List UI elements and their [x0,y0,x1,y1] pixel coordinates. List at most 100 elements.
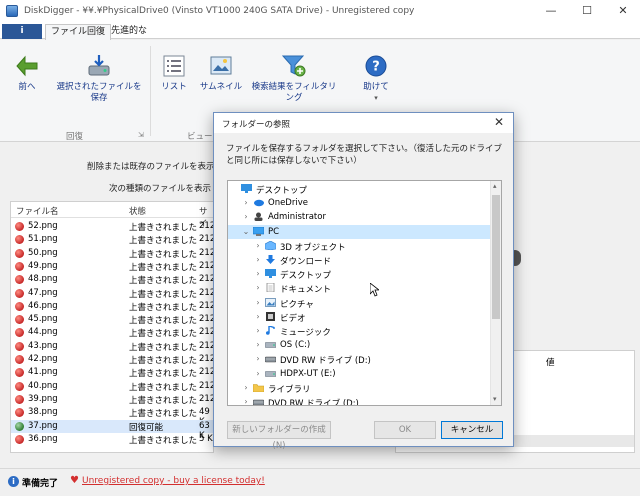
overwritten-status-icon [15,222,24,231]
folder-tree-item[interactable]: › OS (C:) [228,338,490,352]
column-header-state[interactable]: 状態 [129,205,146,217]
folder-tree-item[interactable]: ⌄ PC [228,224,490,239]
new-folder-button[interactable]: 新しいフォルダーの作成(N) [227,421,331,451]
folder-tree[interactable]: デスクトップ › OneDrive › Administrator ⌄ PC › 3D オブジェ… [227,180,502,406]
expand-chevron-icon[interactable]: › [242,397,250,405]
expand-chevron-icon[interactable]: › [242,198,250,207]
help-dropdown-arrow-icon[interactable]: ▾ [356,93,396,104]
tab-file-recovery[interactable]: ファイル回復 [45,24,112,40]
folder-tree-item[interactable]: › Administrator [228,210,490,224]
file-row[interactable]: 49.png 上書きされました 212 [11,260,214,273]
thumbnail-view-button[interactable]: サムネイル [198,54,244,93]
file-row[interactable]: 44.png 上書きされました 212 [11,326,213,339]
file-state: 上書きされました [129,435,198,446]
file-name: 52.png [28,221,58,231]
file-state: 上書きされました [129,342,198,353]
expand-chevron-icon[interactable]: › [254,312,262,321]
expand-chevron-icon[interactable]: › [254,255,262,264]
folder-tree-item[interactable]: › デスクトップ [228,267,490,281]
desktop-icon [241,184,252,193]
file-row[interactable]: 52.png 上書きされました 212 [11,220,213,233]
expand-chevron-icon[interactable]: › [254,354,262,363]
title-bar: DiskDigger - ¥¥.¥PhysicalDrive0 (Vinsto … [0,0,640,23]
info-column-value: 値 [546,358,555,368]
expand-chevron-icon[interactable]: › [242,383,250,392]
help-label: 助けて [363,82,389,92]
file-row[interactable]: 47.png 上書きされました 212 [11,287,213,300]
file-row[interactable]: 40.png 上書きされました 212 [11,380,214,393]
file-row[interactable]: 42.png 上書きされました 212 [11,353,214,366]
save-selected-button[interactable]: 選択されたファイルを保存 [55,54,143,104]
file-row[interactable]: 48.png 上書きされました 212 [11,273,213,286]
group-expand-icon[interactable]: ⇲ [138,131,144,139]
collapse-chevron-icon[interactable]: ⌄ [242,227,250,236]
file-size: 212 [199,354,214,364]
cancel-button[interactable]: キャンセル [441,421,503,439]
folder-tree-item-label: OS (C:) [280,340,311,351]
expand-chevron-icon[interactable]: › [242,212,250,221]
expand-chevron-icon[interactable]: › [254,283,262,292]
filter-results-button[interactable]: 検索結果をフィルタリング [248,54,340,104]
close-window-button[interactable]: ✕ [606,0,640,23]
expand-chevron-icon[interactable]: › [254,269,262,278]
file-row[interactable]: 45.png 上書きされました 212 [11,313,213,326]
folder-tree-item-label: DVD RW ドライブ (D:) [268,399,359,406]
file-row[interactable]: 41.png 上書きされました 212 [11,366,213,379]
file-list[interactable]: ファイル名 状態 サイ 52.png 上書きされました 212 51.png 上書きされ… [10,201,214,453]
file-name: 40.png [28,380,58,391]
file-row[interactable]: 37.png 回復可能 63 K [11,419,213,441]
folder-tree-item[interactable]: › HDPX-UT (E:) [228,367,490,381]
tab-advanced[interactable]: 先進的な [106,24,152,40]
expand-chevron-icon[interactable]: › [254,241,262,250]
maximize-button[interactable]: ☐ [570,0,604,23]
list-icon [163,55,185,77]
file-row[interactable]: 51.png 上書きされました 212 [11,233,213,246]
file-size: 212 [199,380,214,391]
recoverable-status-icon [15,421,24,431]
folder-tree-item[interactable]: › ダウンロード [228,253,490,267]
help-button[interactable]: ? 助けて ▾ [356,54,396,104]
file-row[interactable]: 43.png 上書きされました 212 [11,340,213,353]
folder-tree-scroll-thumb[interactable] [492,195,500,319]
folder-tree-item[interactable]: › DVD RW ドライブ (D:) [228,352,490,366]
file-size: 212 [199,260,214,271]
library-folder-icon [253,383,264,392]
file-name: 43.png [28,340,58,351]
file-row[interactable]: 50.png 上書きされました 212 [11,247,213,260]
file-row[interactable]: 36.png 上書きされました 5 K [11,433,213,446]
list-view-button[interactable]: リスト [155,54,193,93]
buy-license-link[interactable]: Unregistered copy - buy a license today! [82,476,265,486]
file-row[interactable]: 39.png 上書きされました 212 [11,393,213,406]
expand-chevron-icon[interactable]: › [254,340,262,349]
expand-chevron-icon[interactable]: › [254,326,262,335]
file-row[interactable]: 38.png上書きされました49 K [11,406,213,427]
scroll-down-icon[interactable]: ▾ [493,395,497,403]
folder-tree-item-label: ビデオ [280,313,306,324]
expand-chevron-icon[interactable]: › [254,298,262,307]
column-header-name[interactable]: ファイル名 [16,205,59,217]
folder-tree-item[interactable]: デスクトップ [228,182,490,196]
ok-button[interactable]: OK [374,421,436,439]
folder-tree-item[interactable]: › OneDrive [228,196,490,210]
back-button[interactable]: 前へ [8,54,46,93]
dialog-close-icon[interactable]: ✕ [491,115,507,129]
folder-tree-item-label: デスクトップ [256,186,308,196]
folder-tree-item-label: ドキュメント [280,285,332,296]
folder-tree-item-label: PC [268,226,280,237]
folder-tree-item[interactable]: › ピクチャ [228,296,490,310]
overwritten-status-icon [15,261,24,271]
download-icon [266,255,275,264]
folder-tree-item[interactable]: › ビデオ [228,310,490,324]
folder-tree-item[interactable]: › 3D オブジェクト [228,239,490,253]
file-row[interactable]: 46.png 上書きされました 212 [11,300,213,313]
file-size: 5 K [199,433,213,444]
folder-tree-item[interactable]: › ミュージック [228,324,490,338]
ribbon-separator [150,46,151,136]
file-menu-button[interactable]: i [2,24,42,39]
folder-tree-item[interactable]: › ライブラリ [228,381,490,395]
expand-chevron-icon[interactable]: › [254,369,262,378]
minimize-button[interactable]: — [534,0,568,23]
folder-tree-item[interactable]: › DVD RW ドライブ (D:) [228,395,490,406]
folder-tree-item[interactable]: › ドキュメント [228,281,490,295]
scroll-up-icon[interactable]: ▴ [493,182,497,190]
